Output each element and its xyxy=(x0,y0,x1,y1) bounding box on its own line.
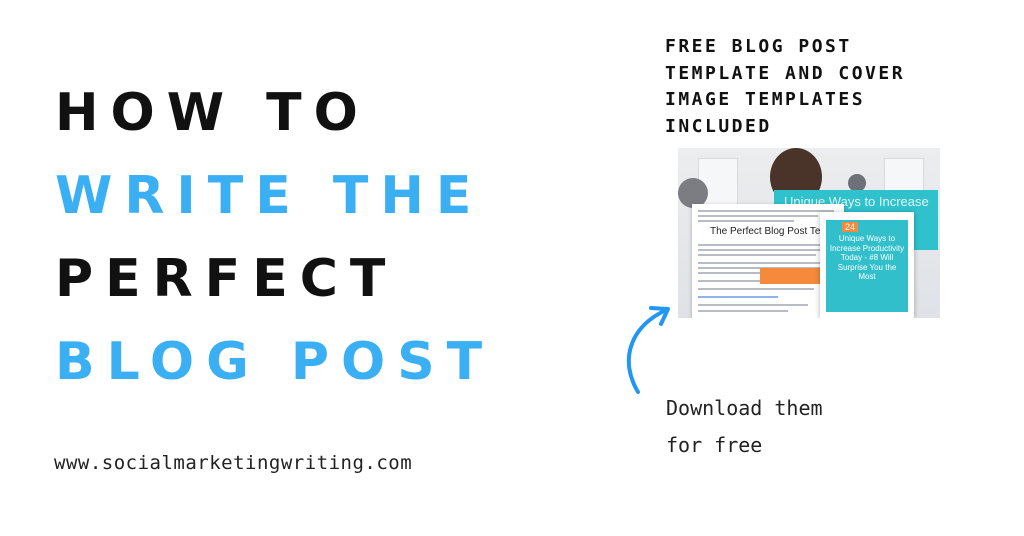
headline: HOW TO WRITE THE PERFECT BLOG POST xyxy=(55,72,494,404)
promo-line-3: IMAGE TEMPLATES xyxy=(665,89,866,110)
cover-image-front: 24 Unique Ways to Increase Productivity … xyxy=(820,212,914,318)
doc-text-line xyxy=(698,215,818,217)
doc-text-line xyxy=(698,304,808,306)
promo-heading: FREE BLOG POST TEMPLATE AND COVER IMAGE … xyxy=(665,34,905,140)
doc-text-line xyxy=(698,288,814,290)
templates-preview-image: Unique Ways to Increase roductivity urpr… xyxy=(678,148,940,318)
promo-line-4: INCLUDED xyxy=(665,115,772,137)
doc-text-line xyxy=(698,310,788,312)
doc-text-line xyxy=(698,244,836,246)
doc-text-line xyxy=(698,220,794,222)
headline-line-2: WRITE THE xyxy=(55,166,484,226)
cta-line-2: for free xyxy=(666,433,763,457)
site-url: www.socialmarketingwriting.com xyxy=(54,452,413,474)
headline-line-3: PERFECT xyxy=(55,249,398,309)
promo-line-1: FREE BLOG POST xyxy=(665,36,852,57)
headline-line-1: HOW TO xyxy=(55,83,370,143)
doc-text-line xyxy=(698,262,834,264)
cover-number-badge: 24 xyxy=(842,222,859,232)
curved-arrow-up-right-icon xyxy=(626,306,670,394)
headline-line-4: BLOG POST xyxy=(55,332,495,392)
download-cta: Download them for free xyxy=(666,390,823,464)
cover-front-title: Unique Ways to Increase Productivity Tod… xyxy=(829,234,905,281)
doc-text-line xyxy=(698,249,828,251)
doc-text-line xyxy=(698,254,816,256)
cta-line-1: Download them xyxy=(666,396,823,420)
cover-front-panel: 24 Unique Ways to Increase Productivity … xyxy=(826,220,908,312)
promo-line-2: TEMPLATE AND COVER xyxy=(665,62,906,84)
cover-orange-strip xyxy=(760,268,820,284)
doc-link-line xyxy=(698,296,778,298)
doc-text-line xyxy=(698,210,834,212)
